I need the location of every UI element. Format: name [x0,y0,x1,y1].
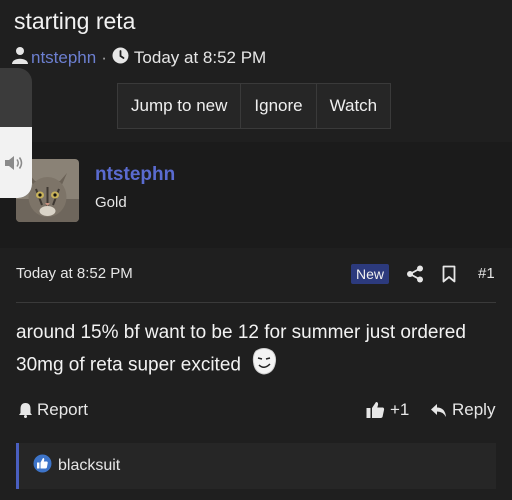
report-label: Report [37,400,89,419]
reply-arrow-icon [431,403,446,417]
bell-icon [19,403,32,418]
report-button[interactable]: Report [18,400,88,420]
speaker-icon [4,155,24,176]
thread-meta: ntstephn · Today at 8:52 PM [12,46,266,69]
thread-author-link[interactable]: ntstephn [31,48,96,68]
watch-button[interactable]: Watch [317,84,391,128]
thread-title: starting reta [14,8,136,34]
post-body: around 15% bf want to be 12 for summer j… [16,318,506,384]
ignore-button[interactable]: Ignore [241,84,317,128]
like-label: +1 [390,400,410,419]
post-number-link[interactable]: #1 [478,265,495,282]
post-author-name[interactable]: ntstephn [95,164,175,186]
volume-indicator [0,68,32,198]
reply-label: Reply [452,400,496,419]
reactions-bar[interactable]: blacksuit [16,443,496,489]
jump-to-new-button[interactable]: Jump to new [118,84,242,128]
new-badge: New [351,264,390,284]
thread-timestamp[interactable]: Today at 8:52 PM [134,48,266,68]
emoji-icon [250,347,278,384]
user-title: Gold [95,194,127,211]
thumbs-up-icon [366,402,385,418]
user-icon [12,46,28,69]
thread-actions: Jump to new Ignore Watch [117,83,392,129]
reaction-users[interactable]: blacksuit [58,457,120,475]
post-timestamp[interactable]: Today at 8:52 PM [16,265,133,282]
bookmark-icon[interactable] [442,265,456,288]
share-icon[interactable] [406,265,424,288]
clock-icon [112,47,129,69]
like-button[interactable]: +1 [366,400,409,420]
like-reaction-icon [33,454,52,478]
divider [16,302,496,303]
post-text: around 15% bf want to be 12 for summer j… [16,322,466,376]
reply-button[interactable]: Reply [430,400,495,420]
meta-separator: · [101,47,107,67]
